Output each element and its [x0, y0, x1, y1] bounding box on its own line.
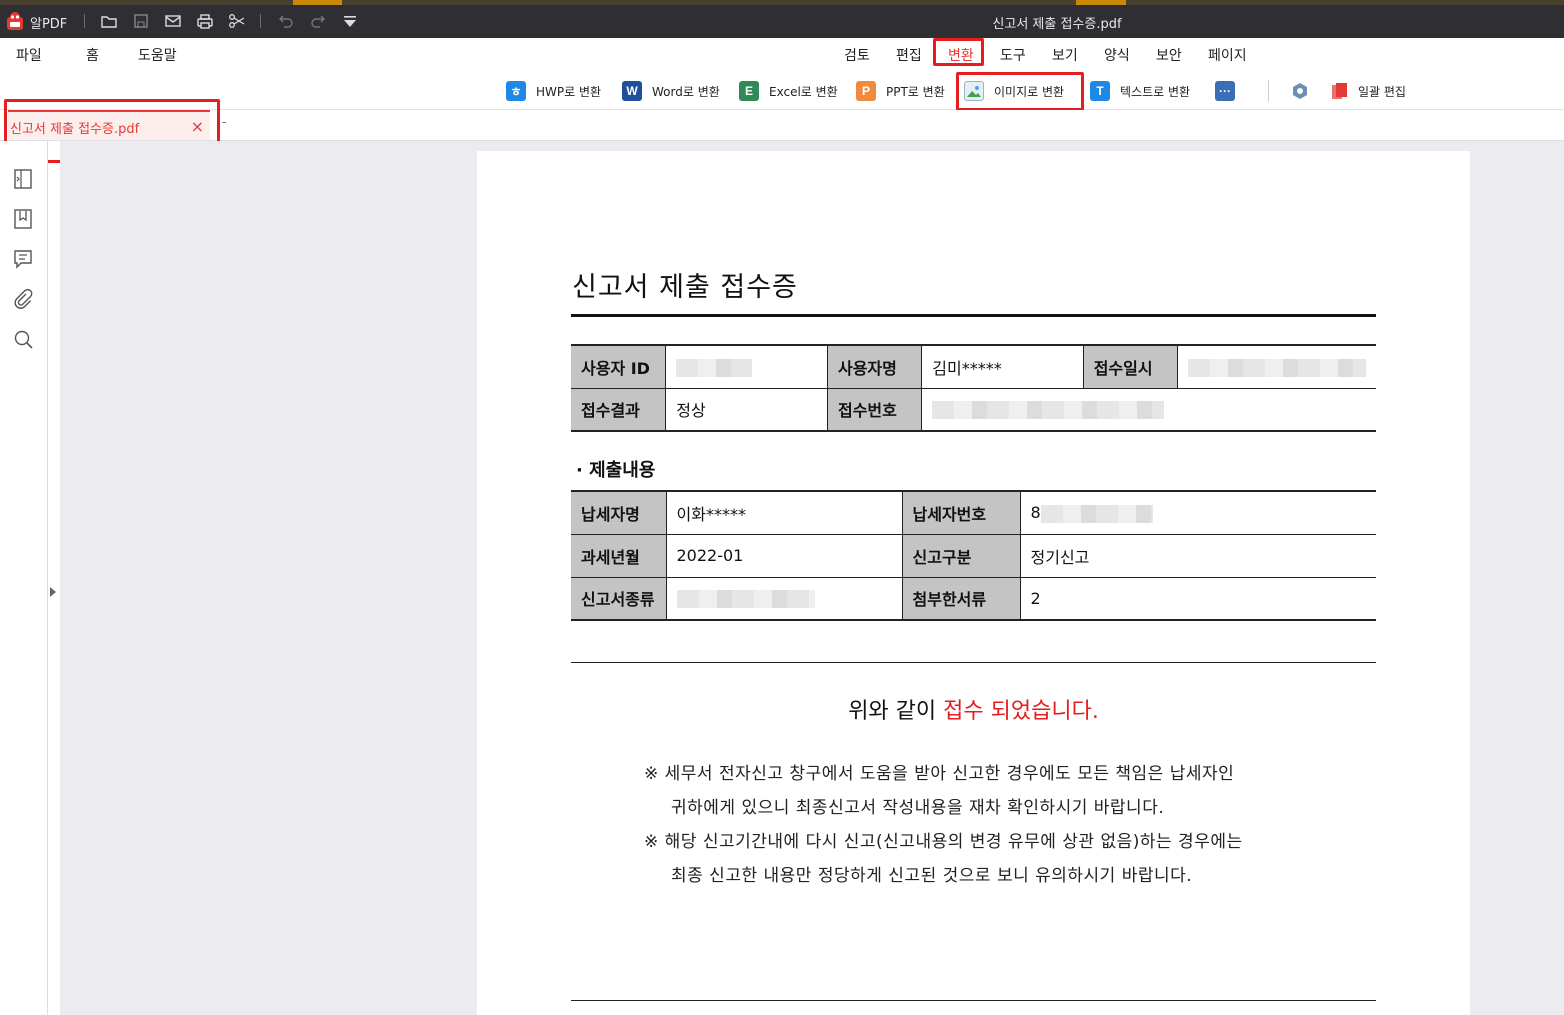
user-name-value: 김미***** [921, 344, 1084, 389]
tab-view[interactable]: 보기 [1052, 45, 1078, 65]
document-title: 신고서 제출 접수증 [572, 272, 798, 303]
separator-rule [571, 1000, 1376, 1001]
text-convert-button[interactable]: T 텍스트로 변환 [1090, 80, 1190, 102]
document-tab-bar: 신고서 제출 접수증.pdf × - [0, 110, 1564, 141]
menu-home[interactable]: 홈 [86, 45, 99, 65]
excel-convert-button[interactable]: E Excel로 변환 [739, 80, 838, 102]
title-accent-line [0, 0, 1564, 5]
form-type-value [665, 576, 903, 621]
tab-list-dash: - [222, 115, 227, 129]
batch-edit-label: 일괄 편집 [1358, 84, 1406, 99]
table-row: 납세자명 이화***** 납세자번호 8 [571, 490, 1376, 535]
tab-tools[interactable]: 도구 [1000, 45, 1026, 65]
ppt-convert-button[interactable]: P PPT로 변환 [856, 80, 945, 102]
text-icon: T [1090, 81, 1110, 101]
redacted-value [1187, 358, 1366, 377]
table-row: 신고서종류 첨부한서류 2 [571, 576, 1376, 621]
note-line: ※ 해당 신고기간내에 다시 신고(신고내용의 변경 유무에 상관 없음)하는 … [644, 832, 1243, 852]
table-row: 과세년월 2022-01 신고구분 정기신고 [571, 533, 1376, 578]
settings-button[interactable] [1290, 80, 1310, 102]
note-line: ※ 세무서 전자신고 창구에서 도움을 받아 신고한 경우에도 모든 책임은 납… [644, 764, 1235, 784]
comment-icon[interactable] [12, 248, 34, 270]
period-value: 2022-01 [665, 533, 903, 578]
table-row: 사용자 ID 사용자명 김미***** 접수일시 [571, 344, 1376, 389]
attachments-value: 2 [1019, 576, 1376, 621]
notice-prefix: 위와 같이 [848, 699, 944, 724]
tab-review[interactable]: 검토 [844, 45, 870, 65]
menu-file[interactable]: 파일 [16, 45, 42, 65]
ribbon-toolbar: ㅎ HWP로 변환 W Word로 변환 E Excel로 변환 P PPT로 … [0, 68, 1564, 110]
excel-icon: E [739, 81, 759, 101]
form-type-label: 신고서종류 [571, 576, 667, 621]
result-value: 정상 [665, 387, 828, 432]
report-type-label: 신고구분 [901, 533, 1021, 578]
more-convert-button[interactable]: ··· [1215, 80, 1245, 102]
expand-panel-arrow-icon[interactable] [50, 587, 56, 597]
excel-convert-label: Excel로 변환 [769, 84, 838, 99]
menu-help[interactable]: 도움말 [138, 45, 177, 65]
redacted-value [1040, 504, 1153, 523]
redacted-value [676, 590, 815, 608]
receipt-no-value [921, 387, 1376, 432]
hwp-convert-button[interactable]: ㅎ HWP로 변환 [506, 80, 601, 102]
taxpayer-no-value: 8 [1030, 503, 1041, 522]
more-icon: ··· [1215, 81, 1235, 101]
separator-rule [571, 662, 1376, 663]
user-id-value [665, 344, 828, 389]
received-at-value [1176, 344, 1376, 389]
word-convert-button[interactable]: W Word로 변환 [622, 80, 720, 102]
text-convert-label: 텍스트로 변환 [1120, 84, 1191, 99]
batch-edit-icon [1332, 83, 1347, 99]
receipt-notice: 위와 같이 접수 되었습니다. [571, 693, 1376, 725]
table-row: 접수결과 정상 접수번호 [571, 387, 1376, 432]
result-label: 접수결과 [571, 387, 667, 432]
search-icon[interactable] [12, 328, 34, 350]
hexagon-gear-icon [1293, 83, 1307, 99]
tab-form[interactable]: 양식 [1104, 45, 1130, 65]
batch-edit-button[interactable]: 일괄 편집 [1330, 80, 1406, 102]
menu-bar: 파일 홈 도움말 검토 편집 변환 도구 보기 양식 보안 페이지 [0, 38, 1564, 68]
window-title: 신고서 제출 접수증.pdf [992, 17, 1122, 32]
report-type-value: 정기신고 [1019, 533, 1376, 578]
period-label: 과세년월 [571, 533, 667, 578]
submission-table: 납세자명 이화***** 납세자번호 8 과세년월 2022-01 신고구분 정… [571, 490, 1376, 621]
ribbon-divider [1268, 80, 1269, 102]
convert-tab-highlight [933, 38, 984, 66]
receipt-info-table: 사용자 ID 사용자명 김미***** 접수일시 접수결과 정상 접수번호 [571, 344, 1376, 432]
taxpayer-value: 이화***** [665, 490, 903, 535]
receipt-no-label: 접수번호 [826, 387, 923, 432]
taxpayer-no-label: 납세자번호 [901, 490, 1021, 535]
tab-page[interactable]: 페이지 [1208, 45, 1247, 65]
attachments-label: 첨부한서류 [901, 576, 1021, 621]
attachment-icon[interactable] [12, 288, 34, 310]
tab-security[interactable]: 보안 [1156, 45, 1182, 65]
word-icon: W [622, 81, 642, 101]
redacted-value [932, 401, 1165, 419]
user-id-label: 사용자 ID [571, 344, 667, 389]
note-line: 귀하에게 있으니 최종신고서 작성내용을 재차 확인하시기 바랍니다. [671, 798, 1165, 818]
taxpayer-label: 납세자명 [571, 490, 667, 535]
redacted-value [676, 358, 753, 377]
bookmark-icon[interactable] [12, 208, 34, 230]
title-bar: 알PDF 신고서 제출 접수증.pdf [0, 0, 1564, 38]
section-title: · 제출내용 [576, 460, 656, 481]
side-panel [0, 141, 48, 1015]
hwp-convert-label: HWP로 변환 [536, 84, 602, 99]
thumbnails-icon[interactable] [12, 168, 34, 190]
word-convert-label: Word로 변환 [652, 84, 720, 99]
hwp-icon: ㅎ [506, 81, 526, 101]
tab-edit[interactable]: 편집 [896, 45, 922, 65]
title-rule [571, 314, 1376, 317]
ppt-icon: P [856, 81, 876, 101]
ppt-convert-label: PPT로 변환 [886, 84, 945, 99]
received-at-label: 접수일시 [1082, 344, 1178, 389]
image-convert-highlight [956, 72, 1084, 111]
user-name-label: 사용자명 [826, 344, 923, 389]
taxpayer-no-cell: 8 [1019, 490, 1376, 535]
note-line: 최종 신고한 내용만 정당하게 신고된 것으로 보니 유의하시기 바랍니다. [671, 866, 1193, 886]
notice-highlight: 접수 되었습니다. [943, 699, 1099, 724]
